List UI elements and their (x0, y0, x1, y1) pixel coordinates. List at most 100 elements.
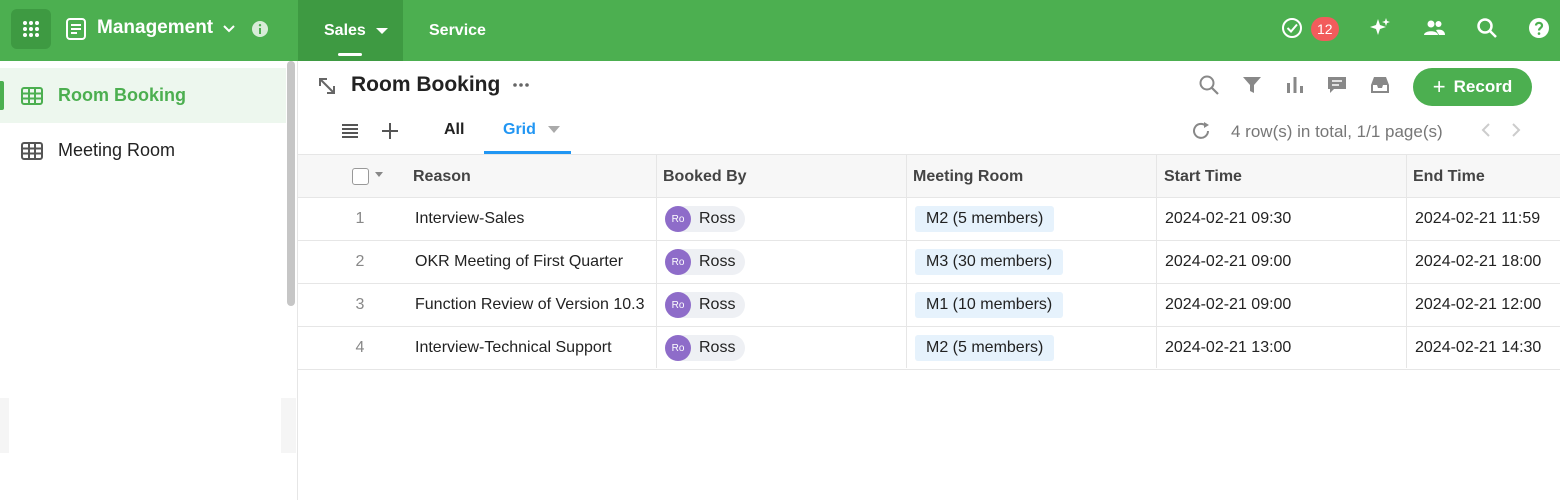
start-time-cell[interactable]: 2024-02-21 09:00 (1165, 241, 1291, 283)
column-header-booked-by[interactable]: Booked By (663, 155, 747, 198)
column-header-end-time[interactable]: End Time (1413, 155, 1485, 198)
prev-page-icon[interactable] (1478, 121, 1494, 139)
booked-by-cell[interactable]: Ro Ross (665, 327, 746, 369)
comment-icon[interactable] (1326, 74, 1348, 96)
user-name: Ross (699, 210, 736, 227)
reason-cell[interactable]: Interview-Sales (415, 198, 524, 240)
sidebar-item-label: Room Booking (58, 85, 186, 105)
top-bar: Management Sales Service 12 (0, 0, 1560, 61)
check-circle-icon[interactable] (1280, 16, 1304, 40)
caret-down-icon[interactable] (548, 126, 560, 133)
sidebar: Room Booking Meeting Room (0, 61, 298, 500)
search-icon[interactable] (1475, 16, 1499, 40)
apps-grid-icon (23, 21, 39, 37)
table-row[interactable]: 3 Function Review of Version 10.3 Ro Ros… (298, 284, 1560, 327)
end-time-cell[interactable]: 2024-02-21 14:30 (1415, 327, 1541, 369)
room-tag[interactable]: M2 (5 members) (915, 206, 1055, 232)
info-icon[interactable] (251, 20, 269, 38)
sidebar-scrollbar[interactable] (287, 61, 295, 306)
end-time-cell[interactable]: 2024-02-21 18:00 (1415, 241, 1541, 283)
view-tab-grid-label: Grid (503, 121, 536, 138)
tab-service-label: Service (429, 21, 486, 39)
user-chip[interactable]: Ro Ross (665, 249, 746, 275)
room-tag[interactable]: M2 (5 members) (915, 335, 1055, 361)
expand-icon[interactable] (316, 75, 338, 97)
view-tab-grid[interactable]: Grid (484, 121, 571, 154)
user-name: Ross (699, 296, 736, 313)
active-tab-indicator (338, 53, 362, 56)
inbox-icon[interactable] (1369, 74, 1391, 96)
grid-table-icon (21, 141, 43, 160)
room-tag[interactable]: M3 (30 members) (915, 249, 1064, 275)
booked-by-cell[interactable]: Ro Ross (665, 198, 746, 240)
booked-by-cell[interactable]: Ro Ross (665, 284, 746, 326)
meeting-room-cell[interactable]: M1 (10 members) (915, 284, 1064, 326)
plus-icon: + (1432, 74, 1446, 99)
apps-grid-button[interactable] (11, 9, 51, 49)
table-row[interactable]: 4 Interview-Technical Support Ro Ross M2… (298, 327, 1560, 370)
notification-badge[interactable]: 12 (1311, 17, 1339, 41)
user-name: Ross (699, 253, 736, 270)
room-tag[interactable]: M1 (10 members) (915, 292, 1064, 318)
booked-by-cell[interactable]: Ro Ross (665, 241, 746, 283)
table-row[interactable]: 1 Interview-Sales Ro Ross M2 (5 members)… (298, 198, 1560, 241)
user-name: Ross (699, 339, 736, 356)
table-row[interactable]: 2 OKR Meeting of First Quarter Ro Ross M… (298, 241, 1560, 284)
sidebar-item-meeting-room[interactable]: Meeting Room (0, 123, 286, 178)
more-horizontal-icon[interactable] (511, 75, 531, 95)
chevron-down-icon[interactable] (221, 20, 237, 36)
user-chip[interactable]: Ro Ross (665, 335, 746, 361)
reason-cell[interactable]: OKR Meeting of First Quarter (415, 241, 623, 283)
row-count-info: 4 row(s) in total, 1/1 page(s) (1231, 122, 1443, 141)
meeting-room-cell[interactable]: M3 (30 members) (915, 241, 1064, 283)
avatar: Ro (665, 292, 691, 318)
document-icon (66, 18, 86, 40)
next-page-icon[interactable] (1508, 121, 1524, 139)
people-icon[interactable] (1422, 16, 1446, 40)
column-header-meeting-room[interactable]: Meeting Room (913, 155, 1023, 198)
column-header-start-time[interactable]: Start Time (1164, 155, 1242, 198)
table-header: Reason Booked By Meeting Room Start Time… (298, 154, 1560, 198)
user-chip[interactable]: Ro Ross (665, 292, 746, 318)
meeting-room-cell[interactable]: M2 (5 members) (915, 198, 1055, 240)
sidebar-item-label: Meeting Room (58, 140, 176, 160)
menu-lines-icon[interactable] (339, 120, 361, 142)
reason-cell[interactable]: Interview-Technical Support (415, 327, 612, 369)
grid-table-icon (21, 86, 43, 105)
row-number: 4 (355, 339, 365, 356)
row-number: 1 (355, 210, 365, 227)
magic-wand-icon[interactable] (1368, 16, 1392, 40)
start-time-cell[interactable]: 2024-02-21 09:30 (1165, 198, 1291, 240)
avatar: Ro (665, 206, 691, 232)
meeting-room-cell[interactable]: M2 (5 members) (915, 327, 1055, 369)
user-chip[interactable]: Ro Ross (665, 206, 746, 232)
avatar: Ro (665, 335, 691, 361)
app-name[interactable]: Management (97, 17, 213, 39)
start-time-cell[interactable]: 2024-02-21 13:00 (1165, 327, 1291, 369)
search-icon[interactable] (1198, 74, 1220, 96)
start-time-cell[interactable]: 2024-02-21 09:00 (1165, 284, 1291, 326)
filter-icon[interactable] (1241, 74, 1263, 96)
tab-sales[interactable]: Sales (298, 0, 403, 61)
main-content: Room Booking + Record All Grid 4 row(s) … (298, 61, 1560, 500)
tab-service[interactable]: Service (429, 0, 486, 61)
end-time-cell[interactable]: 2024-02-21 12:00 (1415, 284, 1541, 326)
add-record-label: Record (1453, 77, 1513, 96)
select-all-checkbox[interactable] (352, 168, 369, 185)
add-view-icon[interactable] (379, 120, 401, 142)
view-tab-all[interactable]: All (444, 121, 464, 139)
reason-cell[interactable]: Function Review of Version 10.3 (415, 284, 644, 326)
refresh-icon[interactable] (1190, 120, 1212, 142)
caret-down-icon (375, 27, 388, 34)
column-header-reason[interactable]: Reason (413, 155, 471, 198)
help-icon[interactable] (1527, 16, 1551, 40)
add-record-button[interactable]: + Record (1413, 68, 1532, 106)
avatar: Ro (665, 249, 691, 275)
tab-sales-label: Sales (324, 21, 366, 39)
end-time-cell[interactable]: 2024-02-21 11:59 (1415, 198, 1540, 240)
sidebar-item-room-booking[interactable]: Room Booking (0, 68, 286, 123)
chevron-down-icon[interactable] (375, 172, 383, 177)
row-number: 2 (355, 253, 365, 270)
bar-chart-icon[interactable] (1284, 74, 1306, 96)
row-number: 3 (355, 296, 365, 313)
